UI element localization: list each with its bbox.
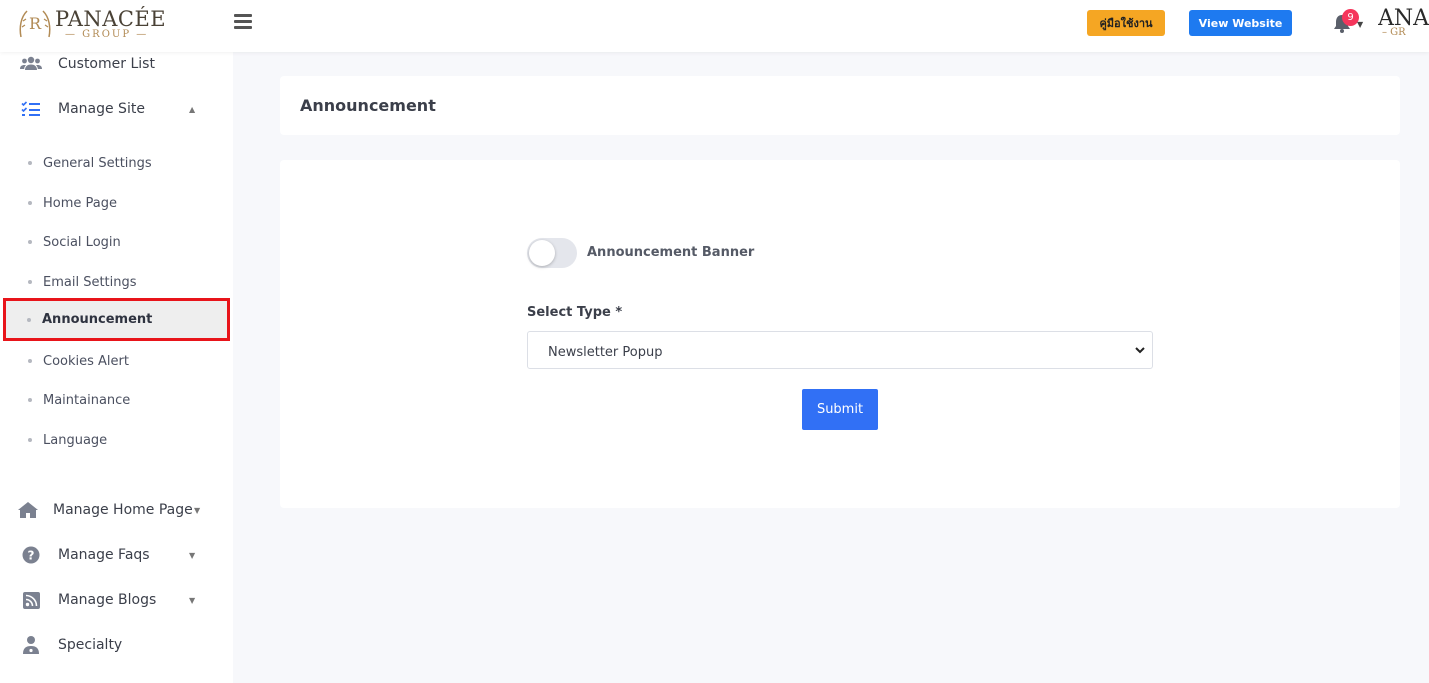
sidebar-item-label: Manage Blogs (58, 592, 157, 608)
sidebar-subitem-label: Language (43, 432, 108, 448)
bullet-icon (28, 398, 32, 402)
sidebar-subitem-label: Maintainance (43, 392, 131, 408)
sidebar-subitem-label: Announcement (42, 312, 153, 327)
sidebar-subitem-maintainance[interactable]: Maintainance (4, 381, 228, 419)
sidebar-subitem-label: Email Settings (43, 274, 137, 290)
user-doctor-icon (20, 635, 42, 655)
bullet-icon (28, 161, 32, 165)
sidebar-item-label: Manage Home Page (53, 502, 193, 518)
sidebar-subitem-email-settings[interactable]: Email Settings (4, 263, 228, 301)
bullet-icon (28, 201, 32, 205)
rss-icon (20, 590, 42, 610)
select-type-value: Newsletter Popup (548, 345, 663, 360)
announcement-form-card: Announcement Banner Select Type * Newsle… (280, 160, 1400, 508)
chevron-down-icon (1135, 347, 1145, 354)
users-icon (20, 54, 42, 74)
chevron-down-icon: ▼ (194, 505, 201, 515)
bullet-icon (27, 317, 31, 322)
sidebar-subitem-home-page[interactable]: Home Page (4, 184, 228, 222)
svg-text:?: ? (28, 549, 35, 563)
sidebar-item-label: Customer List (58, 56, 155, 72)
top-bar: R PANACÉE — GROUP — คู่มือใช้งาน View We… (0, 0, 1429, 52)
sidebar-subitem-social-login[interactable]: Social Login (4, 223, 228, 261)
view-website-button[interactable]: View Website (1189, 10, 1292, 36)
submit-button[interactable]: Submit (802, 389, 878, 430)
sidebar-item-manage-home-page[interactable]: Manage Home Page ▼ (0, 490, 233, 530)
brand-name: PANACÉE (55, 7, 167, 31)
bullet-icon (28, 280, 32, 284)
page-header-card: Announcement (280, 76, 1400, 135)
chevron-down-icon: ▼ (189, 550, 196, 560)
sidebar-item-manage-blogs[interactable]: Manage Blogs ▼ (0, 580, 233, 620)
sidebar-subitem-label: Home Page (43, 195, 117, 211)
sidebar: Customer List Manage Site ▲ General Sett… (0, 52, 233, 683)
sidebar-item-label: Manage Site (58, 101, 145, 117)
panacee-logo[interactable]: R PANACÉE — GROUP — (17, 5, 166, 43)
user-manual-button[interactable]: คู่มือใช้งาน (1087, 10, 1165, 36)
user-profile-logo[interactable]: ANA – GR (1378, 6, 1429, 46)
sidebar-subitem-cookies-alert[interactable]: Cookies Alert (4, 342, 228, 380)
sidebar-subitem-label: Social Login (43, 234, 121, 250)
sidebar-subitem-label: Cookies Alert (43, 353, 129, 369)
page-title: Announcement (300, 96, 436, 115)
select-type-label: Select Type * (527, 305, 623, 320)
toggle-knob (529, 240, 555, 266)
announcement-banner-toggle[interactable] (527, 238, 577, 268)
sidebar-item-label: Manage Faqs (58, 547, 150, 563)
select-type-dropdown[interactable]: Newsletter Popup (527, 331, 1153, 369)
sidebar-subitem-announcement[interactable]: Announcement (3, 298, 230, 341)
sidebar-item-specialty[interactable]: Specialty (0, 625, 233, 665)
announcement-banner-label: Announcement Banner (587, 245, 755, 260)
bullet-icon (28, 359, 32, 363)
sidebar-subitem-general-settings[interactable]: General Settings (4, 144, 228, 182)
sidebar-item-manage-faqs[interactable]: ? Manage Faqs ▼ (0, 535, 233, 575)
brand-subtitle: — GROUP — (65, 29, 149, 40)
question-circle-icon: ? (20, 545, 42, 565)
hamburger-menu-icon[interactable] (234, 14, 252, 30)
sidebar-subitem-language[interactable]: Language (4, 421, 228, 459)
chevron-down-icon: ▼ (189, 595, 196, 605)
sidebar-item-manage-site[interactable]: Manage Site ▲ (0, 89, 233, 129)
svg-text:R: R (29, 14, 42, 33)
home-icon (17, 500, 39, 520)
bullet-icon (28, 438, 32, 442)
bullet-icon (28, 240, 32, 244)
checklist-icon (20, 99, 42, 119)
sidebar-subitem-label: General Settings (43, 155, 152, 171)
chevron-down-icon[interactable]: ▼ (1357, 20, 1363, 29)
chevron-up-icon: ▲ (189, 104, 196, 114)
sidebar-item-label: Specialty (58, 637, 123, 653)
crest-icon: R (19, 10, 51, 38)
